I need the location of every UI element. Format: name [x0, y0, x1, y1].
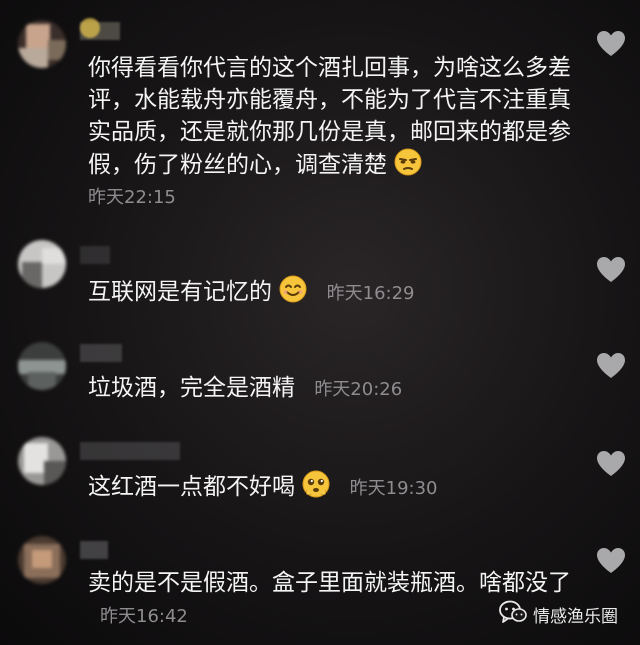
wechat-icon — [499, 600, 527, 629]
username-blurred[interactable] — [80, 246, 110, 264]
heart-icon[interactable] — [596, 352, 626, 380]
comment-text: 垃圾酒，完全是酒精 昨天20:26 — [88, 372, 588, 406]
heart-icon[interactable] — [596, 547, 626, 575]
comment-text: 这红酒一点都不好喝 昨天19:30 — [88, 470, 588, 507]
heart-icon[interactable] — [596, 30, 626, 58]
comment-body: 互联网是有记忆的 — [88, 279, 272, 305]
username-blurred[interactable] — [80, 541, 108, 559]
comment-text: 你得看看你代言的这个酒扎回事，为啥这么多差评，水能载舟亦能覆舟，不能为了代言不注… — [88, 52, 588, 211]
heart-icon[interactable] — [596, 450, 626, 478]
avatar[interactable] — [18, 240, 66, 288]
heart-icon[interactable] — [596, 256, 626, 284]
comment-body: 这红酒一点都不好喝 — [88, 474, 295, 500]
avatar[interactable] — [18, 536, 66, 584]
comment-body: 卖的是不是假酒。盒子里面就装瓶酒。啥都没了 — [88, 570, 571, 596]
username-blurred[interactable] — [80, 344, 122, 362]
comment-time: 昨天16:29 — [326, 283, 415, 304]
smile-face-icon — [279, 275, 307, 312]
squint-face-icon — [394, 148, 422, 185]
comment-text: 互联网是有记忆的 昨天16:29 — [88, 275, 588, 312]
username-blurred[interactable] — [80, 442, 180, 460]
comment-body: 垃圾酒，完全是酒精 — [88, 375, 295, 401]
comment-body: 你得看看你代言的这个酒扎回事，为啥这么多差评，水能载舟亦能覆舟，不能为了代言不注… — [88, 55, 571, 178]
comment-time: 昨天16:42 — [100, 606, 188, 627]
watermark: 情感渔乐圈 — [499, 600, 618, 629]
comment-time: 昨天20:26 — [314, 379, 403, 400]
avatar[interactable] — [18, 20, 66, 68]
username-badge-icon — [80, 18, 100, 38]
pleading-face-icon — [302, 470, 330, 507]
comment-time: 昨天22:15 — [88, 187, 176, 208]
watermark-label: 情感渔乐圈 — [533, 607, 618, 627]
avatar[interactable] — [18, 342, 66, 390]
avatar[interactable] — [18, 437, 66, 485]
comment-time: 昨天19:30 — [349, 478, 438, 499]
